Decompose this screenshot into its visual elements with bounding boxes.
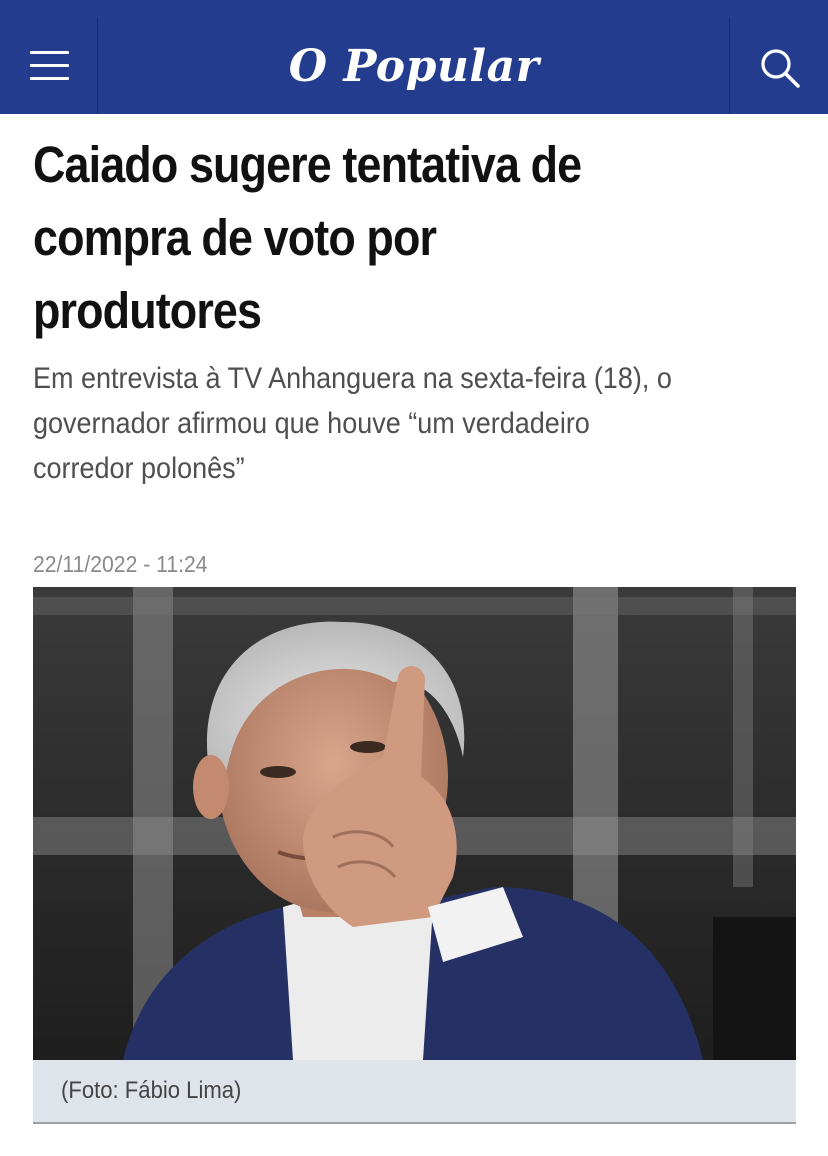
article-headline: Caiado sugere tentativa de compra de vot…	[33, 128, 711, 347]
publish-date: 22/11/2022 - 11:24	[33, 551, 208, 577]
article-photo[interactable]	[33, 587, 796, 1060]
search-icon	[761, 49, 800, 88]
headline-line: produtores	[33, 282, 262, 339]
subtitle-line: Em entrevista à TV Anhanguera na sexta-f…	[33, 362, 672, 395]
menu-button[interactable]	[0, 18, 98, 114]
search-button[interactable]	[729, 18, 828, 114]
photo-illustration	[33, 587, 796, 1060]
article-subtitle: Em entrevista à TV Anhanguera na sexta-f…	[33, 356, 780, 491]
headline-line: compra de voto por	[33, 209, 437, 266]
photo-caption-text: (Foto: Fábio Lima)	[61, 1077, 242, 1104]
subtitle-line: governador afirmou que houve “um verdade…	[33, 407, 590, 440]
site-logo[interactable]: O Popular	[99, 18, 729, 114]
headline-line: Caiado sugere tentativa de	[33, 136, 582, 193]
top-header: O Popular	[0, 0, 828, 114]
subtitle-line: corredor polonês”	[33, 452, 245, 485]
photo-caption: (Foto: Fábio Lima)	[33, 1060, 796, 1124]
